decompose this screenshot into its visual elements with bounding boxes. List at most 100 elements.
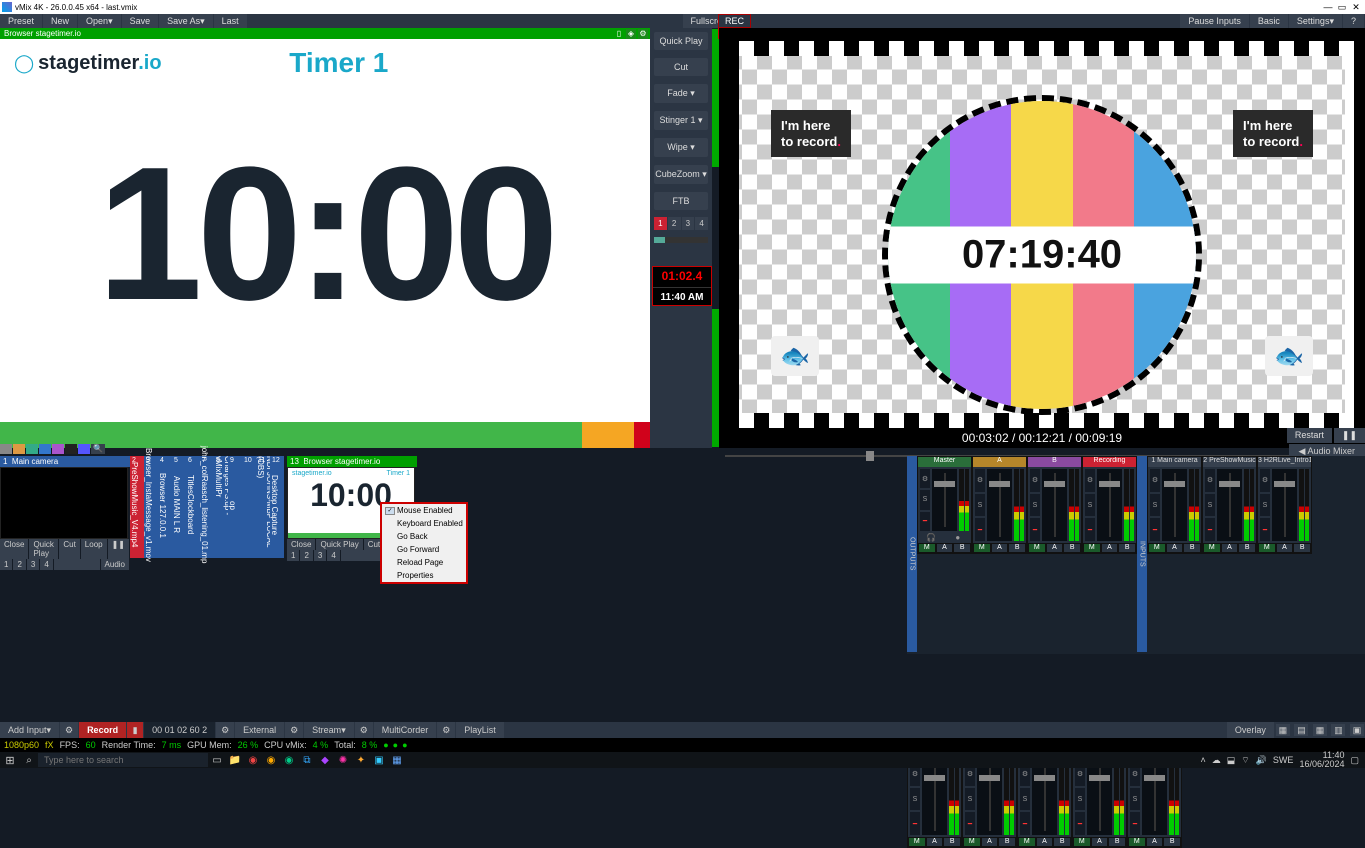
edge-icon[interactable]: ◉	[280, 753, 298, 767]
overlay-3[interactable]: 3	[682, 217, 695, 230]
record-btn[interactable]: Record	[79, 722, 126, 738]
cat-blue[interactable]	[39, 444, 51, 454]
basic-btn[interactable]: Basic	[1250, 14, 1288, 28]
cubezoom-btn[interactable]: CubeZoom ▾	[654, 165, 708, 184]
add-input-btn[interactable]: Add Input ▾	[0, 722, 59, 738]
external-btn[interactable]: External	[235, 722, 284, 738]
in13-close[interactable]: Close	[287, 539, 315, 550]
ctx-mouse-enabled[interactable]: ✓Mouse Enabled	[382, 504, 466, 517]
stream-btn[interactable]: Stream ▾	[304, 722, 354, 738]
start-button[interactable]: ⊞	[0, 754, 20, 767]
playlist-gear-icon[interactable]: ⚙	[437, 722, 455, 738]
chrome-icon[interactable]: ◉	[244, 753, 262, 767]
tray-cloud-icon[interactable]: ☁	[1212, 755, 1221, 766]
fade-btn[interactable]: Fade ▾	[654, 84, 708, 103]
preview-icon-1[interactable]: ▯	[614, 29, 624, 39]
cat-black[interactable]	[65, 444, 77, 454]
app-icon-4[interactable]: ▣	[370, 753, 388, 767]
view-5-icon[interactable]: ▣	[1350, 724, 1364, 736]
input-tab-10[interactable]: 10	[242, 456, 256, 558]
ctx-go-back[interactable]: Go Back	[382, 530, 466, 543]
multicorder-gear-icon[interactable]: ⚙	[355, 722, 373, 738]
vmix-icon[interactable]: ▦	[388, 753, 406, 767]
cut-btn[interactable]: Cut	[654, 58, 708, 76]
pause-btn[interactable]: ❚❚	[1334, 428, 1365, 443]
search-icon[interactable]: ⌕	[20, 753, 38, 767]
chrome-canary-icon[interactable]: ◉	[262, 753, 280, 767]
input-tab-6[interactable]: 6TitlesClockboard	[186, 456, 200, 558]
record-extra[interactable]: ▮	[127, 722, 143, 738]
view-4-icon[interactable]: ▥	[1331, 724, 1345, 736]
quickplay-btn[interactable]: Quick Play	[654, 32, 708, 50]
inputs-handle[interactable]: INPUTS	[1137, 456, 1147, 652]
new-btn[interactable]: New	[43, 14, 77, 28]
cat-search-icon[interactable]: 🔍	[91, 444, 105, 454]
tray-lang[interactable]: SWE	[1273, 755, 1294, 765]
last-btn[interactable]: Last	[214, 14, 247, 28]
cat-blue2[interactable]	[78, 444, 90, 454]
in1-qp[interactable]: Quick Play	[29, 539, 58, 559]
tray-wifi-icon[interactable]: ⌔	[1241, 755, 1249, 766]
settings-btn[interactable]: Settings ▾	[1289, 14, 1342, 28]
explorer-icon[interactable]: 📁	[226, 753, 244, 767]
overlay-2[interactable]: 2	[668, 217, 681, 230]
ctx-reload[interactable]: Reload Page	[382, 556, 466, 569]
overlay-btn[interactable]: Overlay	[1227, 722, 1274, 738]
input-tab-9[interactable]: 9op	[228, 456, 242, 558]
tray-chevron-icon[interactable]: ˄	[1200, 755, 1205, 765]
outputs-handle[interactable]: OUTPUTS	[907, 456, 917, 652]
in1-cut[interactable]: Cut	[59, 539, 79, 559]
save-btn[interactable]: Save	[122, 14, 159, 28]
input-tab-11[interactable]: 11NDI JOHNS-MBP LOCAL (OBS)	[256, 456, 270, 558]
view-3-icon[interactable]: ▦	[1313, 724, 1327, 736]
input-tab-5[interactable]: 5Audio MAIN L R	[172, 456, 186, 558]
t-bar[interactable]	[654, 237, 708, 243]
app-icon-1[interactable]: ◆	[316, 753, 334, 767]
taskbar-search[interactable]	[38, 753, 208, 767]
preset-btn[interactable]: Preset	[0, 14, 42, 28]
view-2-icon[interactable]: ▤	[1294, 724, 1308, 736]
multicorder-btn[interactable]: MultiCorder	[374, 722, 437, 738]
window-close[interactable]: ✕	[1349, 2, 1363, 13]
overlay-4[interactable]: 4	[695, 217, 708, 230]
ctx-properties[interactable]: Properties	[382, 569, 466, 582]
wipe-btn[interactable]: Wipe ▾	[654, 138, 708, 157]
open-btn[interactable]: Open ▾	[78, 14, 121, 28]
restart-btn[interactable]: Restart	[1287, 428, 1332, 443]
input-tab-8[interactable]: 8Charges PS.dp - vMixMultiPr	[214, 456, 228, 558]
app-icon-2[interactable]: ✺	[334, 753, 352, 767]
preview-gear-icon[interactable]: ⚙	[638, 29, 648, 39]
stinger-btn[interactable]: Stinger 1 ▾	[654, 111, 708, 130]
input-tab-7[interactable]: 7john_colRaasch_listening_01.mp	[200, 456, 214, 558]
stream-gear-icon[interactable]: ⚙	[285, 722, 303, 738]
playlist-btn[interactable]: PlayList	[456, 722, 504, 738]
saveas-btn[interactable]: Save As ▾	[159, 14, 213, 28]
overlay-1[interactable]: 1	[654, 217, 667, 230]
ctx-keyboard-enabled[interactable]: Keyboard Enabled	[382, 517, 466, 530]
ftb-btn[interactable]: FTB	[654, 192, 708, 210]
cat-green[interactable]	[26, 444, 38, 454]
in1-pause-icon[interactable]: ❚❚	[108, 539, 129, 559]
cat-purple[interactable]	[52, 444, 64, 454]
pause-inputs-btn[interactable]: Pause Inputs	[1180, 14, 1249, 28]
vscode-icon[interactable]: ⧉	[298, 753, 316, 767]
tray-volume-icon[interactable]: 🔊	[1256, 755, 1267, 766]
task-view-icon[interactable]: ▭	[208, 753, 226, 767]
tray-clock[interactable]: 11:4016/06/2024	[1299, 751, 1344, 769]
cat-grey[interactable]	[0, 444, 12, 454]
input-tab-2[interactable]: 2PreShowMusic_V4.mp4	[130, 456, 144, 558]
tray-dropbox-icon[interactable]: ⬓	[1227, 755, 1236, 766]
input-tab-4[interactable]: 4Browser 127.0.0.1	[158, 456, 172, 558]
input-tab-12[interactable]: 12Desktop Capture	[270, 456, 284, 558]
in1-loop[interactable]: Loop	[81, 539, 107, 559]
ctx-go-forward[interactable]: Go Forward	[382, 543, 466, 556]
tray-notifications-icon[interactable]: ▢	[1350, 755, 1359, 766]
in1-close[interactable]: Close	[0, 539, 28, 559]
app-icon-3[interactable]: ✦	[352, 753, 370, 767]
record-gear-icon[interactable]: ⚙	[60, 722, 78, 738]
window-maximize[interactable]: ▭	[1335, 2, 1349, 13]
preview-icon-2[interactable]: ◈	[626, 29, 636, 39]
view-1-icon[interactable]: ▦	[1276, 724, 1290, 736]
input-tab-3[interactable]: 3Browser_InstaMessage_v1.mov	[144, 456, 158, 558]
cat-orange[interactable]	[13, 444, 25, 454]
